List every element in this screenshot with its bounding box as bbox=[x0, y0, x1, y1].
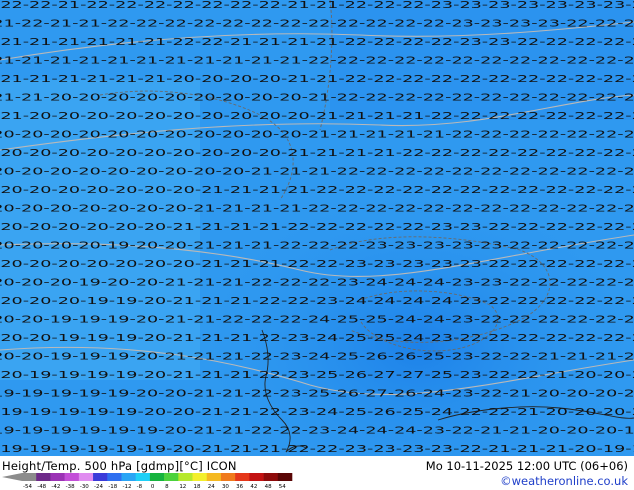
scale-label: -42 bbox=[51, 484, 60, 490]
temperature-row: -19-19-19-19-19-20-20-21-21-22-23-24-25-… bbox=[0, 407, 634, 418]
temperature-row: -20-20-20-20-19-20-20-21-21-21-22-22-22-… bbox=[0, 241, 634, 252]
scale-label: -38 bbox=[66, 484, 75, 490]
scale-label: 24 bbox=[208, 484, 215, 490]
scale-label: 36 bbox=[236, 484, 243, 490]
scale-label: 42 bbox=[250, 484, 257, 490]
temperature-row: -20-20-20-20-20-20-21-21-21-21-22-22-22-… bbox=[0, 222, 634, 233]
temperature-row: -21-22-21-21-22-22-22-22-22-22-22-22-22-… bbox=[0, 19, 634, 30]
temperature-row: -21-21-21-21-21-21-21-21-21-21-21-22-22-… bbox=[0, 56, 634, 67]
temperature-row: -20-20-19-19-19-20-21-21-21-22-23-24-25-… bbox=[0, 352, 634, 363]
temperature-row: -19-19-19-19-19-20-20-21-21-22-23-25-26-… bbox=[0, 389, 634, 400]
scale-label: 0 bbox=[151, 484, 155, 490]
scale-cell bbox=[121, 473, 136, 481]
scale-label: 8 bbox=[165, 484, 169, 490]
temperature-row: -20-20-20-19-20-20-21-21-21-22-22-22-23-… bbox=[0, 278, 634, 289]
color-scale-cells bbox=[2, 473, 293, 481]
scale-label: -48 bbox=[37, 484, 46, 490]
scale-cell bbox=[263, 473, 279, 481]
scale-cell bbox=[107, 473, 122, 481]
temperature-row: -20-20-20-20-20-20-20-21-21-21-22-22-23-… bbox=[0, 259, 634, 270]
scale-cell bbox=[36, 473, 51, 481]
scale-label: -12 bbox=[122, 484, 131, 490]
temperature-row: -20-20-20-20-20-20-20-21-21-21-21-22-22-… bbox=[0, 204, 634, 215]
temperature-row: -19-19-19-19-19-19-20-21-21-21-22-22-23-… bbox=[0, 444, 634, 455]
valid-time: Mo 10-11-2025 12:00 UTC (06+06) bbox=[425, 459, 628, 473]
temperature-row: -20-20-20-19-19-20-21-21-21-22-22-23-24-… bbox=[0, 296, 634, 307]
scale-label: -24 bbox=[94, 484, 103, 490]
temperature-row: -20-20-20-20-20-20-20-20-20-20-21-21-21-… bbox=[0, 148, 634, 159]
temperature-row: -21-20-20-20-20-20-20-20-20-20-20-21-21-… bbox=[0, 111, 634, 122]
scale-cell bbox=[178, 473, 193, 481]
scale-label: -30 bbox=[80, 484, 89, 490]
scale-cell bbox=[50, 473, 65, 481]
temperature-row: -20-20-19-19-19-20-21-21-22-22-22-24-25-… bbox=[0, 315, 634, 326]
scale-cell bbox=[22, 473, 37, 481]
scale-label: -18 bbox=[108, 484, 117, 490]
scale-label: 12 bbox=[179, 484, 186, 490]
scale-label: 48 bbox=[265, 484, 272, 490]
temperature-row: -22-22-21-22-22-22-22-22-22-22-21-21-22-… bbox=[0, 0, 634, 11]
scale-cell bbox=[192, 473, 208, 481]
footer-bar: Height/Temp. 500 hPa [gdmp][°C] ICON Mo … bbox=[0, 456, 634, 490]
scale-label: 18 bbox=[194, 484, 201, 490]
map-title: Height/Temp. 500 hPa [gdmp][°C] ICON bbox=[2, 459, 237, 473]
temperature-row: -20-20-20-20-20-20-20-20-20-21-21-21-22-… bbox=[0, 167, 634, 178]
scale-cell bbox=[220, 473, 236, 481]
scale-label: -8 bbox=[137, 484, 143, 490]
weather-map: -22-22-21-22-22-22-22-22-22-22-21-21-22-… bbox=[0, 0, 634, 456]
scale-cell bbox=[206, 473, 222, 481]
temperature-row: -20-20-19-19-19-20-21-21-21-22-23-24-25-… bbox=[0, 333, 634, 344]
scale-label: 30 bbox=[222, 484, 229, 490]
color-scale-labels: -54 -48 -42 -38 -30 -24 -18 -12 -8 0 8 12 18 24 30 36 42… bbox=[23, 484, 286, 490]
temperature-row: -21-21-21-21-21-21-20-20-20-20-21-21-22-… bbox=[0, 74, 634, 85]
color-scale: -54 -48 -42 -38 -30 -24 -18 -12 -8 0 8 12 18 24 30 36 42… bbox=[2, 473, 293, 490]
scale-cell bbox=[93, 473, 108, 481]
temperature-row: -20-19-19-19-19-20-21-21-21-22-23-25-26-… bbox=[0, 370, 634, 381]
temperature-row: -20-20-20-20-20-20-20-20-20-20-20-21-21-… bbox=[0, 130, 634, 141]
scale-label: 54 bbox=[279, 484, 286, 490]
scale-cell bbox=[277, 473, 293, 481]
scale-arrow-left bbox=[2, 473, 22, 481]
scale-cell bbox=[249, 473, 264, 481]
scale-cell bbox=[149, 473, 165, 481]
temperature-row: -21-21-21-21-21-21-22-22-21-21-21-21-22-… bbox=[0, 37, 634, 48]
scale-label: -54 bbox=[23, 484, 32, 490]
credit-link[interactable]: ©weatheronline.co.uk bbox=[500, 474, 628, 488]
temperature-row: -21-21-20-20-20-20-20-20-20-20-20-21-22-… bbox=[0, 93, 634, 104]
map-canvas: -22-22-21-22-22-22-22-22-22-22-21-21-22-… bbox=[0, 0, 634, 456]
scale-cell bbox=[64, 473, 80, 481]
temperature-row: -20-20-20-20-20-20-20-21-21-21-21-22-22-… bbox=[0, 185, 634, 196]
scale-cell bbox=[78, 473, 94, 481]
scale-cell bbox=[135, 473, 151, 481]
temperature-row: -19-19-19-19-19-19-20-21-21-22-22-23-24-… bbox=[0, 426, 634, 437]
scale-cell bbox=[164, 473, 179, 481]
scale-cell bbox=[235, 473, 250, 481]
